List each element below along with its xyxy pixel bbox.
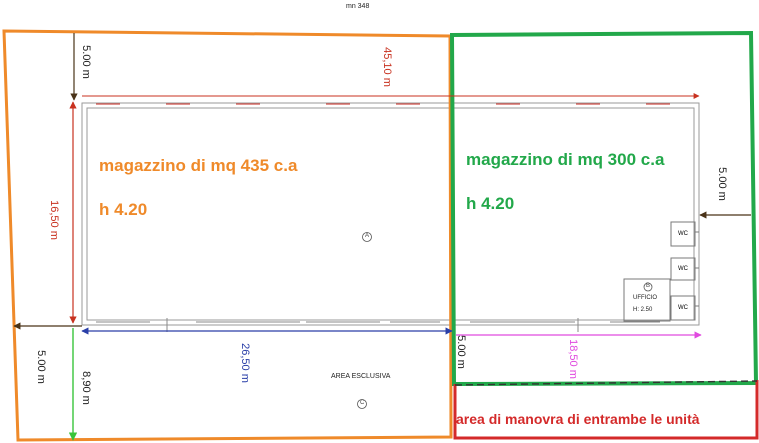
top-length-label: 45,10 m bbox=[380, 47, 393, 87]
left-bottom-setback-label: 5.00 m bbox=[34, 350, 47, 384]
office-height: H: 2.50 bbox=[633, 307, 653, 313]
left-unit-title: magazzino di mq 435 c.a bbox=[99, 156, 298, 175]
marker-b-label: B bbox=[646, 283, 651, 289]
office-name: UFFICIO bbox=[633, 295, 657, 301]
wc-label-3: WC bbox=[678, 305, 688, 311]
parcel-label: mn 348 bbox=[346, 3, 370, 10]
maneuver-area-label: area di manovra di entrambe le unità bbox=[456, 411, 700, 427]
area-exclusive-label: AREA ESCLUSIVA bbox=[331, 373, 391, 380]
bottom-length-left-label: 26,50 m bbox=[238, 343, 251, 383]
top-setback-label: 5.00 m bbox=[79, 45, 92, 79]
right-unit-height: h 4.20 bbox=[466, 194, 515, 213]
wc-label-2: WC bbox=[678, 266, 688, 272]
bottom-length-right-label: 18,50 m bbox=[566, 339, 579, 379]
left-unit-height: h 4.20 bbox=[99, 200, 148, 219]
bottom-front-label: 8,90 m bbox=[79, 371, 92, 405]
right-unit-title: magazzino di mq 300 c.a bbox=[466, 150, 665, 169]
bottom-setback-mid-label: 5.00 m bbox=[454, 335, 467, 369]
right-setback-label: 5.00 m bbox=[715, 167, 728, 201]
wc-label-1: WC bbox=[678, 231, 688, 237]
marker-c-label: C bbox=[360, 400, 365, 406]
maneuver-area-boundary bbox=[453, 380, 759, 440]
building-walls bbox=[81, 102, 700, 332]
marker-a-label: A bbox=[365, 233, 370, 239]
left-depth-label: 16,50 m bbox=[47, 200, 60, 240]
